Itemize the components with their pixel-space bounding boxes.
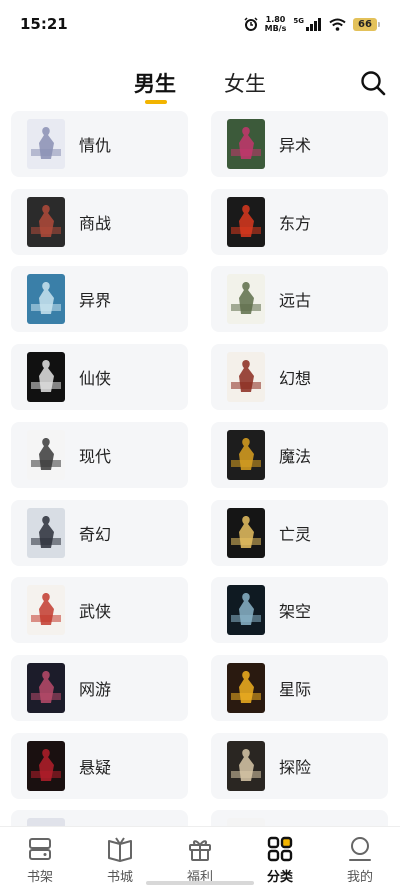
category-label: 悬疑 [79, 757, 112, 777]
category-cover-image [27, 274, 65, 325]
category-cover-image [27, 662, 65, 713]
category-label: 亡灵 [279, 524, 312, 544]
category-label: 仙侠 [79, 369, 112, 389]
category-label: 异界 [79, 291, 112, 311]
network-speed-unit: MB/s [264, 24, 287, 33]
active-tab-indicator [145, 100, 167, 104]
category-cover-image [227, 196, 265, 247]
status-time: 15:21 [20, 15, 68, 33]
category-label: 现代 [79, 446, 112, 466]
category-card[interactable]: 架空 [211, 577, 388, 644]
battery-level: 66 [353, 17, 377, 31]
alarm-icon [244, 17, 258, 31]
category-label: 武侠 [79, 602, 112, 622]
category-card[interactable]: 异术 [211, 111, 388, 177]
category-cover-image [27, 429, 65, 480]
search-icon[interactable] [360, 70, 386, 96]
category-cover-image [227, 818, 265, 826]
category-grid-icon [267, 836, 293, 862]
network-speed-value: 1.80 [265, 15, 286, 24]
category-card[interactable]: 魔法 [211, 421, 388, 488]
category-card[interactable]: 悬疑 [11, 732, 188, 799]
category-card[interactable]: 远古 [211, 266, 388, 333]
bottom-nav: 书架 书城 福利 分类 我的 [0, 826, 400, 889]
category-label: 东方 [279, 213, 312, 233]
category-card[interactable]: 东方 [211, 188, 388, 255]
category-cover-image [227, 507, 265, 558]
category-card[interactable]: 亡灵 [211, 499, 388, 566]
category-cover-image [227, 740, 265, 791]
category-cover-image [227, 585, 265, 636]
nav-mine-label: 我的 [346, 870, 373, 885]
tab-male[interactable]: 男生 [134, 68, 176, 98]
category-label: 异术 [279, 136, 312, 155]
battery-indicator: 66 [353, 17, 380, 31]
category-cover-image [27, 196, 65, 247]
category-card[interactable]: 仙侠 [11, 344, 188, 411]
gift-icon [189, 840, 211, 861]
profile-icon [349, 837, 371, 861]
category-card[interactable]: 网游 [11, 654, 188, 721]
category-grid: 情仇 异术商战 东方异界 远古仙侠 幻想现代 魔法奇幻 亡灵武侠 架空网游 星际悬疑 探险 [0, 110, 400, 826]
nav-bookstore-label: 书城 [106, 870, 133, 885]
nav-bookstore[interactable]: 书城 [80, 827, 160, 889]
category-label: 情仇 [79, 136, 112, 155]
tab-female[interactable]: 女生 [224, 68, 266, 98]
nav-category[interactable]: 分类 [240, 827, 320, 889]
home-indicator [146, 881, 254, 885]
category-card[interactable]: 现代 [11, 421, 188, 488]
network-speed: 1.80 MB/s [265, 15, 287, 33]
wifi-icon [329, 18, 346, 31]
status-icons: 1.80 MB/s 5G 66 [244, 15, 380, 33]
category-cover-image [227, 662, 265, 713]
book-store-icon [108, 837, 132, 862]
category-cover-image [227, 274, 265, 325]
category-cover-image [27, 119, 65, 169]
category-label: 远古 [279, 291, 312, 311]
category-label: 网游 [79, 679, 112, 699]
category-cover-image [27, 818, 65, 826]
category-label: 幻想 [279, 369, 312, 389]
category-cover-image [27, 740, 65, 791]
status-bar: 15:21 1.80 MB/s 5G 66 [0, 0, 400, 48]
category-card[interactable]: 星际 [211, 654, 388, 721]
category-card[interactable] [11, 810, 188, 826]
gender-tabs: 男生 女生 [0, 66, 400, 106]
nav-mine[interactable]: 我的 [320, 827, 400, 889]
nav-bookshelf[interactable]: 书架 [0, 827, 80, 889]
bookshelf-icon [29, 838, 51, 860]
category-label: 魔法 [279, 446, 312, 466]
category-cover-image [27, 352, 65, 403]
category-card[interactable]: 商战 [11, 188, 188, 255]
category-cover-image [227, 119, 265, 169]
category-cover-image [227, 352, 265, 403]
nav-bookshelf-label: 书架 [26, 870, 53, 885]
category-card[interactable]: 情仇 [11, 111, 188, 177]
nav-welfare[interactable]: 福利 [160, 827, 240, 889]
category-card[interactable]: 异界 [11, 266, 188, 333]
category-label: 探险 [279, 757, 312, 777]
network-type: 5G [293, 17, 304, 25]
category-label: 架空 [279, 602, 312, 622]
category-card[interactable]: 探险 [211, 732, 388, 799]
category-card[interactable] [211, 810, 388, 826]
category-label: 商战 [79, 213, 112, 233]
category-card[interactable]: 幻想 [211, 344, 388, 411]
category-card[interactable]: 武侠 [11, 577, 188, 644]
cellular-signal-icon [306, 17, 321, 31]
category-cover-image [27, 585, 65, 636]
nav-category-label: 分类 [266, 870, 293, 885]
category-card[interactable]: 奇幻 [11, 499, 188, 566]
category-cover-image [27, 507, 65, 558]
category-cover-image [227, 429, 265, 480]
category-label: 奇幻 [79, 524, 112, 544]
battery-cap [378, 21, 380, 27]
category-label: 星际 [279, 679, 312, 699]
